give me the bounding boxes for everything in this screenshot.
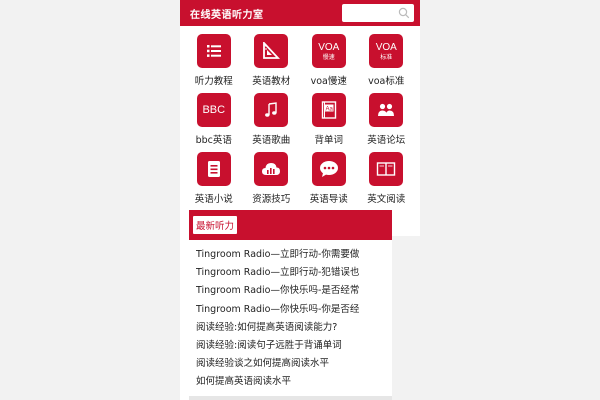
voa-slow-icon: VOA 慢速	[311, 34, 346, 68]
open-book-icon	[369, 152, 404, 186]
menu-item-vocabulary[interactable]: Aa 背单词	[300, 91, 358, 149]
menu-label: voa标准	[368, 76, 405, 87]
menu-label: 听力教程	[194, 76, 233, 87]
scroll-track[interactable]	[392, 236, 420, 400]
tile-text: VOA	[375, 41, 397, 53]
menu-item-voa-slow[interactable]: VOA 慢速 voa慢速	[300, 32, 358, 90]
list-item[interactable]: 阅读经验谈之如何提高阅读水平	[196, 355, 392, 373]
menu-label: voa慢速	[310, 76, 347, 87]
menu-label: 英文阅读	[367, 194, 406, 205]
menu-item-listening-course[interactable]: 听力教程	[185, 32, 243, 90]
latest-listening-section: 最新听力 Tingroom Radio—立即行动-你需要做 Tingroom R…	[189, 210, 392, 392]
dictionary-icon: Aa	[311, 93, 346, 127]
menu-item-bbc[interactable]: BBC bbc英语	[185, 91, 243, 149]
svg-text:Aa: Aa	[325, 106, 333, 112]
menu-item-voa-standard[interactable]: VOA 标准 voa标准	[358, 32, 416, 90]
list-item[interactable]: Tingroom Radio—立即行动-犯错误也	[196, 264, 392, 282]
bottom-divider	[189, 396, 392, 400]
users-icon	[369, 93, 404, 127]
menu-item-guided-reading[interactable]: 英语导读	[300, 150, 358, 208]
phone-screen: 在线英语听力室 听力教程 英语教材 VOA 慢速 voa慢速 VOA 标准 vo…	[180, 0, 420, 400]
tile-text: VOA	[318, 41, 340, 53]
section-title-tab[interactable]: 最新听力	[193, 216, 238, 234]
search-input[interactable]	[345, 6, 397, 20]
menu-item-english-reading[interactable]: 英文阅读	[358, 150, 416, 208]
tile-subtext: 慢速	[322, 53, 335, 61]
menu-label: 英语论坛	[367, 135, 406, 146]
list-item[interactable]: 阅读经验:如何提高英语阅读能力?	[196, 319, 392, 337]
category-grid: 听力教程 英语教材 VOA 慢速 voa慢速 VOA 标准 voa标准 BBC …	[180, 26, 420, 208]
list-item[interactable]: Tingroom Radio—你快乐吗-是否经常	[196, 282, 392, 300]
menu-label: 英语教材	[252, 76, 291, 87]
tile-text: BBC	[202, 104, 226, 116]
menu-label: 英语小说	[194, 194, 233, 205]
search-icon[interactable]	[398, 7, 410, 19]
cloud-download-icon	[254, 152, 289, 186]
ruler-triangle-icon	[254, 34, 289, 68]
latest-list: Tingroom Radio—立即行动-你需要做 Tingroom Radio—…	[189, 240, 392, 392]
menu-item-forum[interactable]: 英语论坛	[358, 91, 416, 149]
document-icon	[196, 152, 231, 186]
menu-label: 背单词	[314, 135, 343, 146]
tile-subtext: 标准	[380, 53, 393, 61]
section-header: 最新听力	[189, 210, 392, 240]
menu-item-textbooks[interactable]: 英语教材	[243, 32, 301, 90]
list-item[interactable]: 如何提高英语阅读水平	[196, 373, 392, 391]
menu-item-songs[interactable]: 英语歌曲	[243, 91, 301, 149]
app-header: 在线英语听力室	[180, 0, 420, 26]
menu-label: 资源技巧	[252, 194, 291, 205]
menu-label: bbc英语	[195, 135, 232, 146]
bbc-icon: BBC	[196, 93, 231, 127]
chat-bubble-icon	[311, 152, 346, 186]
search-box[interactable]	[342, 4, 414, 22]
list-item[interactable]: Tingroom Radio—你快乐吗-你是否经	[196, 301, 392, 319]
menu-item-resources[interactable]: 资源技巧	[243, 150, 301, 208]
menu-item-novels[interactable]: 英语小说	[185, 150, 243, 208]
list-item[interactable]: Tingroom Radio—立即行动-你需要做	[196, 246, 392, 264]
menu-label: 英语歌曲	[252, 135, 291, 146]
menu-label: 英语导读	[309, 194, 348, 205]
app-title: 在线英语听力室	[190, 9, 264, 21]
list-item[interactable]: 阅读经验:阅读句子远胜于背诵单词	[196, 337, 392, 355]
music-note-icon	[254, 93, 289, 127]
list-icon	[196, 34, 231, 68]
voa-standard-icon: VOA 标准	[369, 34, 404, 68]
